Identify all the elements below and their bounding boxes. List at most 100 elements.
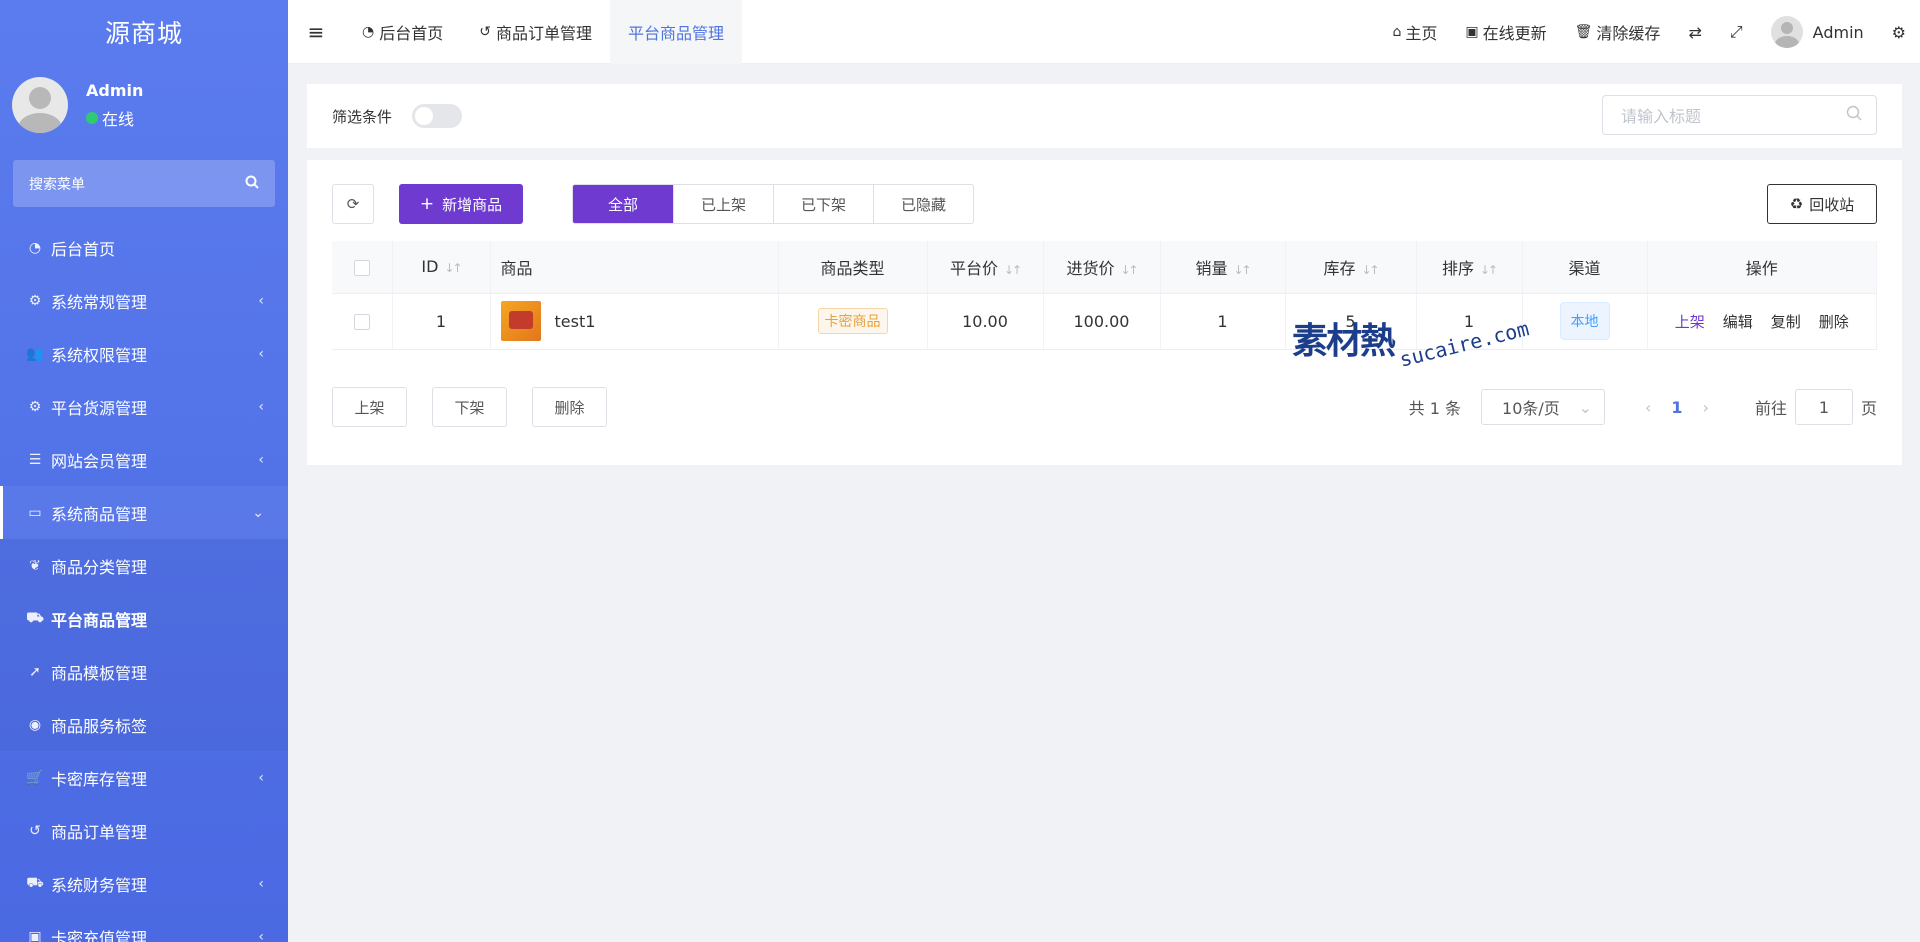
sidebar-item-finance[interactable]: ⛟ 系统财务管理 ‹ xyxy=(0,857,288,910)
col-cost-price-label: 进货价 xyxy=(1066,258,1115,278)
sidebar-item-label: 卡密库存管理 xyxy=(51,769,148,789)
user-menu-name: Admin xyxy=(1812,22,1864,42)
refresh-button[interactable]: ⟳ xyxy=(332,184,374,224)
toolbar: ⟳ + 新增商品 全部 已上架 已下架 已隐藏 ♻ 回收站 xyxy=(332,184,1877,224)
menu-toggle-icon[interactable]: ≡ xyxy=(288,20,344,44)
sidebar-item-label: 商品分类管理 xyxy=(51,557,148,577)
tab-dashboard[interactable]: ◔ 后台首页 xyxy=(344,0,461,64)
chevron-down-icon: ⌄ xyxy=(252,504,264,521)
sidebar-item-recharge[interactable]: ▣ 卡密充值管理 ‹ xyxy=(0,910,288,942)
money-icon: ▣ xyxy=(28,928,42,942)
chevron-down-icon: ⌄ xyxy=(1578,397,1593,417)
chevron-left-icon: ‹ xyxy=(258,875,264,892)
translate-icon[interactable]: ⇄ xyxy=(1674,23,1715,42)
sort-icon[interactable]: ↓↑ xyxy=(1120,263,1138,277)
col-channel-label: 渠道 xyxy=(1568,258,1601,278)
online-update-link[interactable]: ▣ 在线更新 xyxy=(1451,20,1560,44)
col-platform-price[interactable]: 平台价 ↓↑ xyxy=(927,241,1044,294)
delete-action-link[interactable]: 删除 xyxy=(1819,311,1849,332)
list-action-link[interactable]: 上架 xyxy=(1675,311,1705,332)
total-count: 共 1 条 xyxy=(1408,399,1462,418)
col-sales-label: 销量 xyxy=(1195,258,1228,278)
sidebar: 源商城 Admin 在线 搜索菜单 ◔ 后台首页 ⚙ 系统常规管理 ‹ 👥 系统权限管理… xyxy=(0,0,288,942)
filter-hidden[interactable]: 已隐藏 xyxy=(873,185,973,223)
table-row: 1 test1 卡密商品 10.00 100.00 1 5 1 本地 上架 编辑… xyxy=(332,293,1877,350)
sort-icon[interactable]: ↓↑ xyxy=(1233,263,1251,277)
home-link[interactable]: ⌂ 主页 xyxy=(1378,20,1451,44)
clear-cache-link[interactable]: 🗑 清除缓存 xyxy=(1561,20,1675,44)
col-cost-price[interactable]: 进货价 ↓↑ xyxy=(1043,241,1161,294)
prev-page-icon[interactable]: ‹ xyxy=(1645,398,1651,417)
col-stock-label: 库存 xyxy=(1323,258,1356,278)
menu-search-input[interactable]: 搜索菜单 xyxy=(13,160,275,207)
fullscreen-icon[interactable]: ⤢ xyxy=(1716,22,1757,42)
filter-unlisted[interactable]: 已下架 xyxy=(773,185,873,223)
tab-platform-products[interactable]: 平台商品管理 xyxy=(609,0,742,64)
product-thumbnail[interactable] xyxy=(500,301,541,341)
watermark-text: sucaire.com xyxy=(1397,316,1532,372)
sidebar-item-dashboard[interactable]: ◔ 后台首页 xyxy=(0,221,288,274)
bulk-unlist-button[interactable]: 下架 xyxy=(432,387,507,427)
row-checkbox[interactable] xyxy=(353,314,370,330)
recycle-bin-button[interactable]: ♻ 回收站 xyxy=(1767,184,1877,224)
sidebar-item-platform-products[interactable]: ⛟ 平台商品管理 xyxy=(0,592,288,645)
col-platform-price-label: 平台价 xyxy=(949,258,998,278)
next-page-icon[interactable]: › xyxy=(1703,398,1709,417)
current-page[interactable]: 1 xyxy=(1671,398,1682,417)
sidebar-item-templates[interactable]: ➚ 商品模板管理 xyxy=(0,645,288,698)
online-dot-icon xyxy=(86,111,98,124)
recycle-label: 回收站 xyxy=(1809,195,1855,214)
bulk-list-button[interactable]: 上架 xyxy=(332,387,407,427)
brand-title: 源商城 xyxy=(104,19,183,48)
search-icon[interactable] xyxy=(1846,105,1862,125)
sort-icon[interactable]: ↓↑ xyxy=(444,261,462,275)
add-product-button[interactable]: + 新增商品 xyxy=(399,184,523,224)
filter-toggle[interactable] xyxy=(412,104,463,128)
sidebar-item-platform-supply[interactable]: ⚙ 平台货源管理 ‹ xyxy=(0,380,288,433)
sidebar-item-label: 系统商品管理 xyxy=(51,504,148,524)
goto-page-input[interactable]: 1 xyxy=(1794,389,1853,425)
col-stock[interactable]: 库存 ↓↑ xyxy=(1285,241,1417,294)
col-sort[interactable]: 排序 ↓↑ xyxy=(1416,241,1523,294)
sidebar-item-system-general[interactable]: ⚙ 系统常规管理 ‹ xyxy=(0,274,288,327)
col-id[interactable]: ID ↓↑ xyxy=(392,241,491,294)
edit-action-link[interactable]: 编辑 xyxy=(1723,311,1753,332)
dashboard-icon: ◔ xyxy=(28,239,42,256)
search-icon[interactable] xyxy=(245,175,259,193)
sidebar-item-card-stock[interactable]: 🛒 卡密库存管理 ‹ xyxy=(0,751,288,804)
chevron-left-icon: ‹ xyxy=(258,451,264,468)
user-menu[interactable]: Admin xyxy=(1757,16,1878,48)
filter-all[interactable]: 全部 xyxy=(573,185,673,223)
col-sort-label: 排序 xyxy=(1441,258,1474,278)
settings-icon[interactable]: ⚙ xyxy=(1878,23,1920,42)
col-sales[interactable]: 销量 ↓↑ xyxy=(1160,241,1286,294)
col-type-label: 商品类型 xyxy=(820,258,885,278)
sidebar-item-members[interactable]: ☰ 网站会员管理 ‹ xyxy=(0,433,288,486)
binoculars-icon: ⛟ xyxy=(26,874,44,891)
clear-cache-label: 清除缓存 xyxy=(1596,24,1661,43)
sidebar-item-category[interactable]: ❦ 商品分类管理 xyxy=(0,539,288,592)
sort-icon[interactable]: ↓↑ xyxy=(1480,263,1498,277)
filter-listed[interactable]: 已上架 xyxy=(673,185,773,223)
title-search-placeholder: 请输入标题 xyxy=(1621,107,1702,126)
sort-icon[interactable]: ↓↑ xyxy=(1361,263,1379,277)
copy-action-link[interactable]: 复制 xyxy=(1771,311,1801,332)
filter-bar: 筛选条件 请输入标题 xyxy=(307,84,1902,148)
sidebar-item-orders[interactable]: ↺ 商品订单管理 xyxy=(0,804,288,857)
bulk-delete-button[interactable]: 删除 xyxy=(532,387,607,427)
title-search-input[interactable]: 请输入标题 xyxy=(1602,95,1877,135)
sidebar-item-service-tags[interactable]: ◉ 商品服务标签 xyxy=(0,698,288,751)
tab-orders[interactable]: ↺ 商品订单管理 xyxy=(461,0,610,64)
product-panel: ⟳ + 新增商品 全部 已上架 已下架 已隐藏 ♻ 回收站 ID ↓↑ 商品 商品类型… xyxy=(307,160,1902,465)
select-all-checkbox[interactable] xyxy=(353,259,370,276)
cogs-icon: ⚙ xyxy=(28,292,42,309)
cell-sales: 1 xyxy=(1160,293,1286,350)
cell-channel: 本地 xyxy=(1522,293,1648,350)
product-table: ID ↓↑ 商品 商品类型 平台价 ↓↑ 进货价 ↓↑ 销量 ↓↑ 库存 ↓↑ 排序 ↓↑ … xyxy=(332,241,1877,350)
sidebar-item-product-management[interactable]: ▭ 系统商品管理 ⌄ xyxy=(0,486,288,539)
sort-icon[interactable]: ↓↑ xyxy=(1004,263,1022,277)
sidebar-item-system-permission[interactable]: 👥 系统权限管理 ‹ xyxy=(0,327,288,380)
watermark-logo: 素材熱 xyxy=(1292,321,1396,362)
page-size-select[interactable]: 10条/页 ⌄ xyxy=(1481,389,1606,425)
pagination: 共 1 条 10条/页 ⌄ ‹ 1 › 前往 1 页 xyxy=(1409,387,1877,427)
